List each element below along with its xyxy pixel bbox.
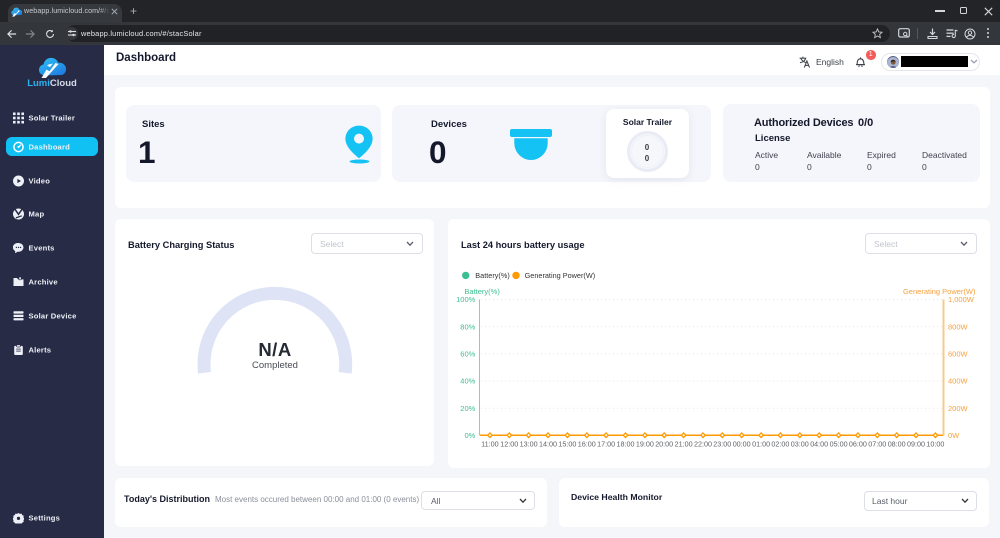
- svg-text:23:00: 23:00: [713, 440, 731, 449]
- svg-text:11:00: 11:00: [481, 440, 498, 449]
- svg-text:80%: 80%: [460, 322, 475, 331]
- svg-text:40%: 40%: [460, 377, 475, 386]
- svg-text:07:00: 07:00: [868, 440, 886, 449]
- svg-text:00:00: 00:00: [733, 440, 751, 449]
- svg-text:10:00: 10:00: [926, 440, 944, 449]
- svg-text:01:00: 01:00: [752, 440, 770, 449]
- svg-text:20:00: 20:00: [655, 440, 673, 449]
- svg-text:06:00: 06:00: [849, 440, 867, 449]
- svg-text:22:00: 22:00: [694, 440, 712, 449]
- svg-text:60%: 60%: [460, 350, 475, 359]
- svg-text:Generating Power(W): Generating Power(W): [525, 271, 596, 280]
- svg-text:05:00: 05:00: [830, 440, 848, 449]
- svg-text:02:00: 02:00: [771, 440, 789, 449]
- svg-text:03:00: 03:00: [791, 440, 809, 449]
- svg-text:200W: 200W: [948, 404, 969, 413]
- svg-text:19:00: 19:00: [636, 440, 654, 449]
- svg-text:21:00: 21:00: [675, 440, 693, 449]
- svg-text:20%: 20%: [460, 404, 475, 413]
- svg-text:1,000W: 1,000W: [948, 295, 975, 304]
- svg-text:0W: 0W: [948, 431, 960, 440]
- svg-text:12:00: 12:00: [500, 440, 518, 449]
- svg-text:08:00: 08:00: [888, 440, 906, 449]
- svg-text:18:00: 18:00: [617, 440, 635, 449]
- svg-text:400W: 400W: [948, 377, 969, 386]
- svg-text:Battery(%): Battery(%): [475, 271, 509, 280]
- svg-text:100%: 100%: [456, 295, 476, 304]
- svg-text:17:00: 17:00: [597, 440, 615, 449]
- svg-text:600W: 600W: [948, 350, 969, 359]
- svg-text:09:00: 09:00: [907, 440, 925, 449]
- svg-text:04:00: 04:00: [810, 440, 828, 449]
- svg-text:0%: 0%: [464, 431, 475, 440]
- svg-text:15:00: 15:00: [558, 440, 576, 449]
- svg-text:14:00: 14:00: [539, 440, 557, 449]
- svg-text:13:00: 13:00: [520, 440, 538, 449]
- svg-text:800W: 800W: [948, 322, 969, 331]
- svg-text:16:00: 16:00: [578, 440, 596, 449]
